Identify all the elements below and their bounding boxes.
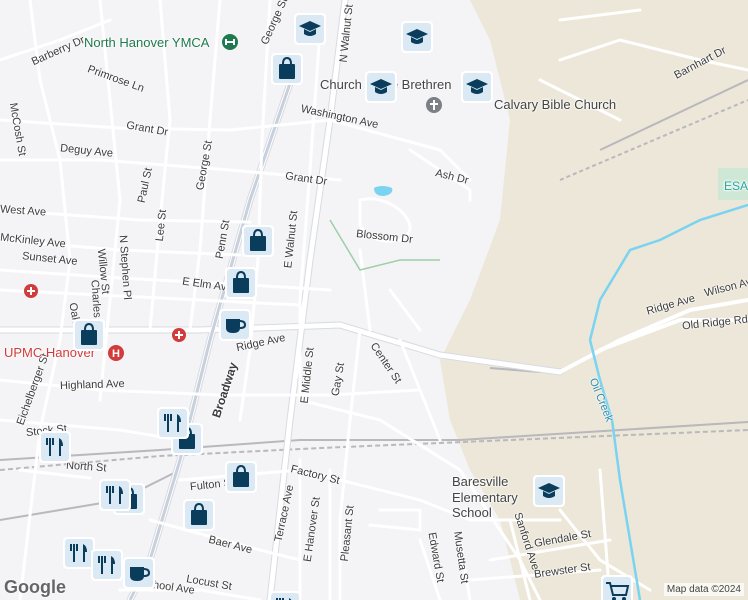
poi-esab-label[interactable]: ESAB [724,180,748,192]
medical-icon[interactable] [24,284,38,298]
poi-elementary-label[interactable]: Baresville Elementary School [452,474,542,521]
grocery-cart-icon[interactable] [600,574,634,600]
poi-ymca-label[interactable]: North Hanover YMCA [84,36,209,49]
restaurant-icon[interactable] [156,406,190,440]
svg-text:H: H [112,348,120,360]
hospital-icon[interactable]: H [108,345,124,361]
google-logo: Google [4,577,66,597]
school-icon[interactable] [400,20,434,54]
pond [374,186,393,196]
footpath [329,219,440,271]
school-icon[interactable] [364,70,398,104]
school-icon[interactable] [460,70,494,104]
restaurant-icon[interactable] [90,548,124,582]
school-icon[interactable] [532,474,566,508]
shopping-bag-icon[interactable] [224,266,258,300]
fitness-icon[interactable] [222,34,238,50]
map-attribution[interactable]: Map data ©2024 [663,583,744,596]
church-icon[interactable] [426,97,442,113]
street-label: Highland Ave [59,377,125,393]
cafe-icon[interactable] [122,556,156,590]
map-canvas[interactable]: Barberry Dr Primrose Ln George St George… [0,0,748,600]
cafe-icon[interactable] [218,308,252,342]
medical-icon[interactable] [172,328,186,342]
shopping-bag-icon[interactable] [224,460,258,494]
poi-calvary-label[interactable]: Calvary Bible Church [494,98,616,111]
shopping-bag-icon[interactable] [241,224,275,258]
shopping-bag-icon[interactable] [182,498,216,532]
shopping-bag-icon[interactable] [72,318,106,352]
shopping-bag-icon[interactable] [270,52,304,86]
restaurant-icon[interactable] [98,478,132,512]
restaurant-icon[interactable] [268,590,302,600]
restaurant-icon[interactable] [38,430,72,464]
school-icon[interactable] [293,12,327,46]
